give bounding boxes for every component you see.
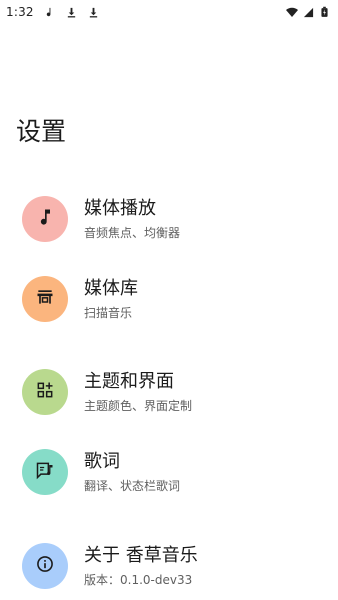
cellular-signal-icon bbox=[302, 6, 314, 18]
battery-icon bbox=[318, 6, 330, 18]
lyrics-icon bbox=[35, 460, 55, 484]
setting-title: 主题和界面 bbox=[84, 371, 174, 392]
setting-subtitle: 版本：0.1.0-dev33 bbox=[84, 573, 193, 587]
music-note-icon bbox=[44, 6, 56, 18]
download-icon bbox=[66, 6, 78, 18]
theme-interface-avatar bbox=[22, 369, 68, 415]
download-icon bbox=[88, 6, 100, 18]
music-note-icon bbox=[35, 207, 55, 231]
setting-subtitle: 音频焦点、均衡器 bbox=[84, 226, 181, 240]
media-library-avatar bbox=[22, 276, 68, 322]
lyrics-avatar bbox=[22, 449, 68, 495]
info-icon bbox=[35, 554, 55, 578]
setting-item-media-library[interactable]: 媒体库 扫描音乐 bbox=[0, 264, 338, 334]
setting-title: 媒体库 bbox=[84, 278, 138, 299]
setting-item-about[interactable]: 关于 香草音乐 版本：0.1.0-dev33 bbox=[0, 531, 338, 600]
status-time: 1:32 bbox=[6, 5, 34, 19]
setting-item-lyrics[interactable]: 歌词 翻译、状态栏歌词 bbox=[0, 437, 338, 507]
setting-title: 歌词 bbox=[84, 451, 120, 472]
setting-title: 关于 香草音乐 bbox=[84, 545, 198, 566]
library-icon bbox=[35, 287, 55, 311]
setting-subtitle: 翻译、状态栏歌词 bbox=[84, 479, 181, 493]
setting-title: 媒体播放 bbox=[84, 198, 156, 219]
status-bar: 1:32 bbox=[0, 0, 338, 24]
page-title: 设置 bbox=[16, 117, 67, 146]
wifi-icon bbox=[286, 6, 298, 18]
media-playback-avatar bbox=[22, 196, 68, 242]
setting-subtitle: 主题颜色、界面定制 bbox=[84, 399, 193, 413]
about-avatar bbox=[22, 543, 68, 589]
widgets-icon bbox=[35, 380, 55, 404]
setting-item-theme-interface[interactable]: 主题和界面 主题颜色、界面定制 bbox=[0, 357, 338, 427]
setting-item-media-playback[interactable]: 媒体播放 音频焦点、均衡器 bbox=[0, 184, 338, 254]
setting-subtitle: 扫描音乐 bbox=[84, 306, 133, 320]
